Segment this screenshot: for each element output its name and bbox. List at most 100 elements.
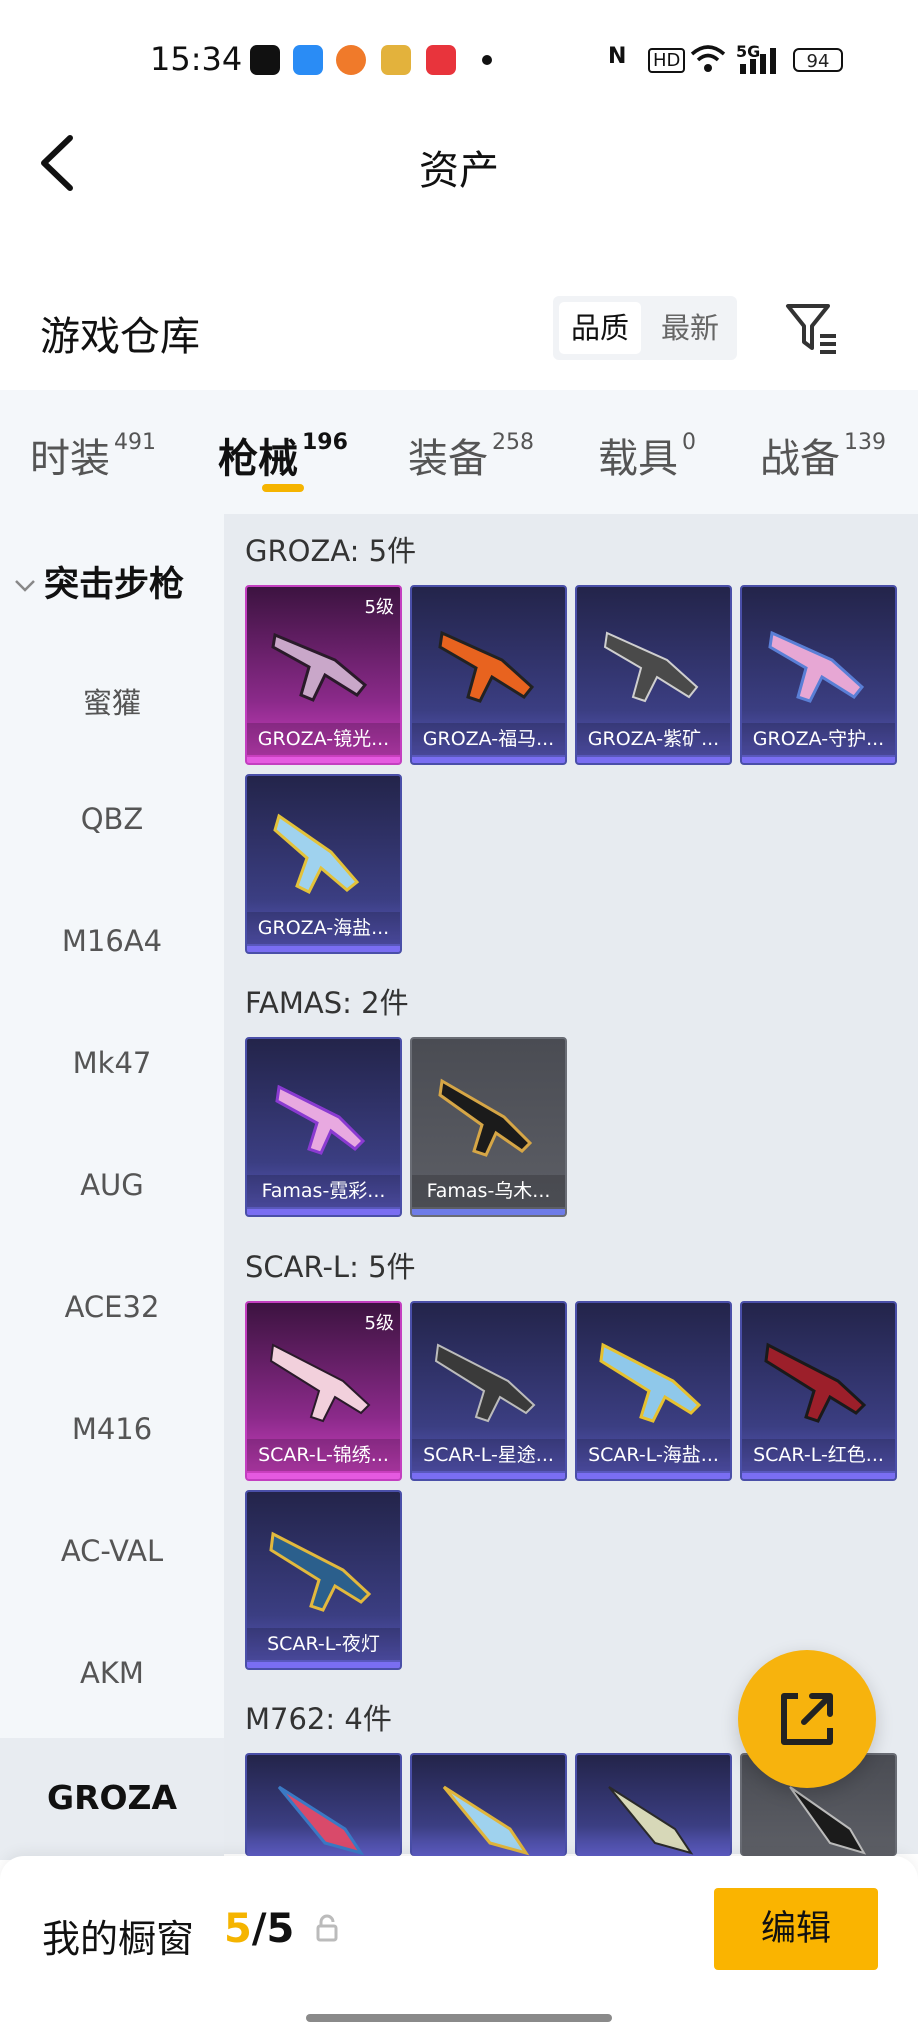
weapon-card[interactable]: GROZA-紫矿...	[575, 585, 732, 765]
weapon-card[interactable]: Famas-霓彩...	[245, 1037, 402, 1217]
sidebar-item-m416[interactable]: M416	[0, 1412, 224, 1446]
weapon-card[interactable]	[245, 1753, 402, 1856]
share-icon	[781, 1693, 833, 1745]
sidebar-item-honey-badger[interactable]: 蜜獾	[0, 680, 224, 722]
section-title: 游戏仓库	[40, 314, 200, 360]
battery-indicator: 94	[793, 48, 843, 72]
weapon-name: GROZA-镜光...	[247, 723, 400, 755]
quality-bar	[247, 1662, 400, 1668]
sidebar-item-groza[interactable]: GROZA	[0, 1778, 224, 1817]
lock-icon	[316, 1914, 338, 1942]
category-title-groza: GROZA: 5件	[245, 534, 417, 568]
chevron-down-icon	[15, 580, 35, 592]
weapon-card[interactable]	[410, 1753, 567, 1856]
sidebar-item-aug[interactable]: AUG	[0, 1168, 224, 1202]
tab-count: 196	[302, 430, 348, 455]
quality-bar	[742, 1473, 895, 1479]
level-badge: 5级	[364, 597, 394, 618]
sidebar-group-assault-rifle[interactable]: 突击步枪	[14, 556, 184, 607]
tab-label: 枪械	[218, 436, 298, 482]
share-button[interactable]	[738, 1650, 876, 1788]
weapon-name: SCAR-L-夜灯	[247, 1628, 400, 1660]
weapon-image	[442, 1785, 530, 1856]
weapon-name: GROZA-福马...	[412, 723, 565, 755]
sidebar-item-akm[interactable]: AKM	[0, 1656, 224, 1690]
quality-bar	[247, 946, 400, 952]
sort-toggle: 品质 最新	[553, 296, 737, 360]
weapon-name: SCAR-L-锦绣...	[247, 1439, 400, 1471]
filter-icon[interactable]	[784, 302, 840, 354]
category-title-famas: FAMAS: 2件	[245, 986, 409, 1020]
weapon-card[interactable]: SCAR-L-红色...	[740, 1301, 897, 1481]
page-title: 资产	[419, 148, 499, 194]
weapon-card[interactable]: 5级 SCAR-L-锦绣...	[245, 1301, 402, 1481]
quality-bar	[412, 757, 565, 763]
weapon-name: GROZA-海盐...	[247, 912, 400, 944]
weapon-image	[438, 1078, 533, 1157]
weapon-image	[768, 630, 865, 703]
weapon-image	[277, 1785, 365, 1856]
showcase-separator: /	[251, 1906, 267, 1952]
sort-newest-button[interactable]: 最新	[649, 302, 731, 354]
weapon-image	[271, 632, 368, 702]
weapon-card[interactable]: 5级 GROZA-镜光...	[245, 585, 402, 765]
tab-count: 491	[114, 430, 156, 455]
weapon-image	[269, 1343, 371, 1423]
weapon-card[interactable]: GROZA-守护...	[740, 585, 897, 765]
tab-combat-gear[interactable]: 战备 139	[760, 426, 886, 484]
weapon-image	[599, 1342, 702, 1423]
files-app-icon	[293, 45, 323, 75]
sort-quality-button[interactable]: 品质	[559, 302, 641, 354]
sidebar-group-label: 突击步枪	[44, 565, 185, 605]
wifi-icon	[690, 45, 726, 72]
edit-button[interactable]: 编辑	[714, 1888, 878, 1970]
weapon-card[interactable]	[575, 1753, 732, 1856]
status-time: 15:34	[150, 40, 243, 78]
showcase-label: 我的橱窗	[42, 1917, 195, 1961]
category-title-m762: M762: 4件	[245, 1702, 392, 1736]
quality-bar	[247, 1473, 400, 1479]
weapon-name: Famas-霓彩...	[247, 1175, 400, 1207]
home-indicator[interactable]	[306, 2014, 612, 2022]
sidebar-item-ac-val[interactable]: AC-VAL	[0, 1534, 224, 1568]
weapon-image	[438, 630, 535, 703]
weapon-card[interactable]: GROZA-海盐...	[245, 774, 402, 954]
weapon-name: SCAR-L-红色...	[742, 1439, 895, 1471]
weapon-card[interactable]: SCAR-L-海盐...	[575, 1301, 732, 1481]
weapon-name: SCAR-L-海盐...	[577, 1439, 730, 1471]
showcase-total: 5	[266, 1906, 295, 1952]
quality-bar	[247, 1209, 400, 1215]
sidebar-item-m16a4[interactable]: M16A4	[0, 924, 224, 958]
showcase-current: 5	[224, 1906, 252, 1952]
signal-icon	[740, 48, 776, 74]
nfc-icon: N	[608, 44, 627, 69]
weapon-name: Famas-乌木...	[412, 1175, 565, 1207]
sidebar-item-ace32[interactable]: ACE32	[0, 1290, 224, 1324]
tab-weapons[interactable]: 枪械 196	[218, 426, 348, 484]
weapon-card[interactable]: SCAR-L-星途...	[410, 1301, 567, 1481]
tab-label: 载具	[598, 436, 678, 482]
weapon-image	[434, 1343, 536, 1423]
weapon-card[interactable]: SCAR-L-夜灯	[245, 1490, 402, 1670]
weapon-name: SCAR-L-星途...	[412, 1439, 565, 1471]
game-app-icon	[336, 45, 366, 75]
tab-equipment[interactable]: 装备 258	[408, 426, 534, 484]
tab-label: 时装	[30, 436, 110, 482]
weapon-image	[603, 631, 699, 703]
sidebar-item-mk47[interactable]: Mk47	[0, 1046, 224, 1080]
quality-bar	[577, 757, 730, 763]
tab-fashion[interactable]: 时装 491	[30, 426, 156, 484]
tab-count: 0	[682, 430, 696, 455]
tab-vehicles[interactable]: 载具 0	[598, 426, 696, 484]
weapon-card[interactable]: Famas-乌木...	[410, 1037, 567, 1217]
tiktok-app-icon	[250, 45, 280, 75]
quality-bar	[247, 757, 400, 763]
active-tab-indicator	[262, 484, 304, 492]
category-title-scar-l: SCAR-L: 5件	[245, 1250, 416, 1284]
weapon-card[interactable]: GROZA-福马...	[410, 585, 567, 765]
notification-dot-icon	[482, 55, 492, 65]
quality-bar	[412, 1209, 565, 1215]
tab-count: 139	[844, 430, 886, 455]
sidebar-item-qbz[interactable]: QBZ	[0, 802, 224, 836]
quality-bar	[577, 1473, 730, 1479]
